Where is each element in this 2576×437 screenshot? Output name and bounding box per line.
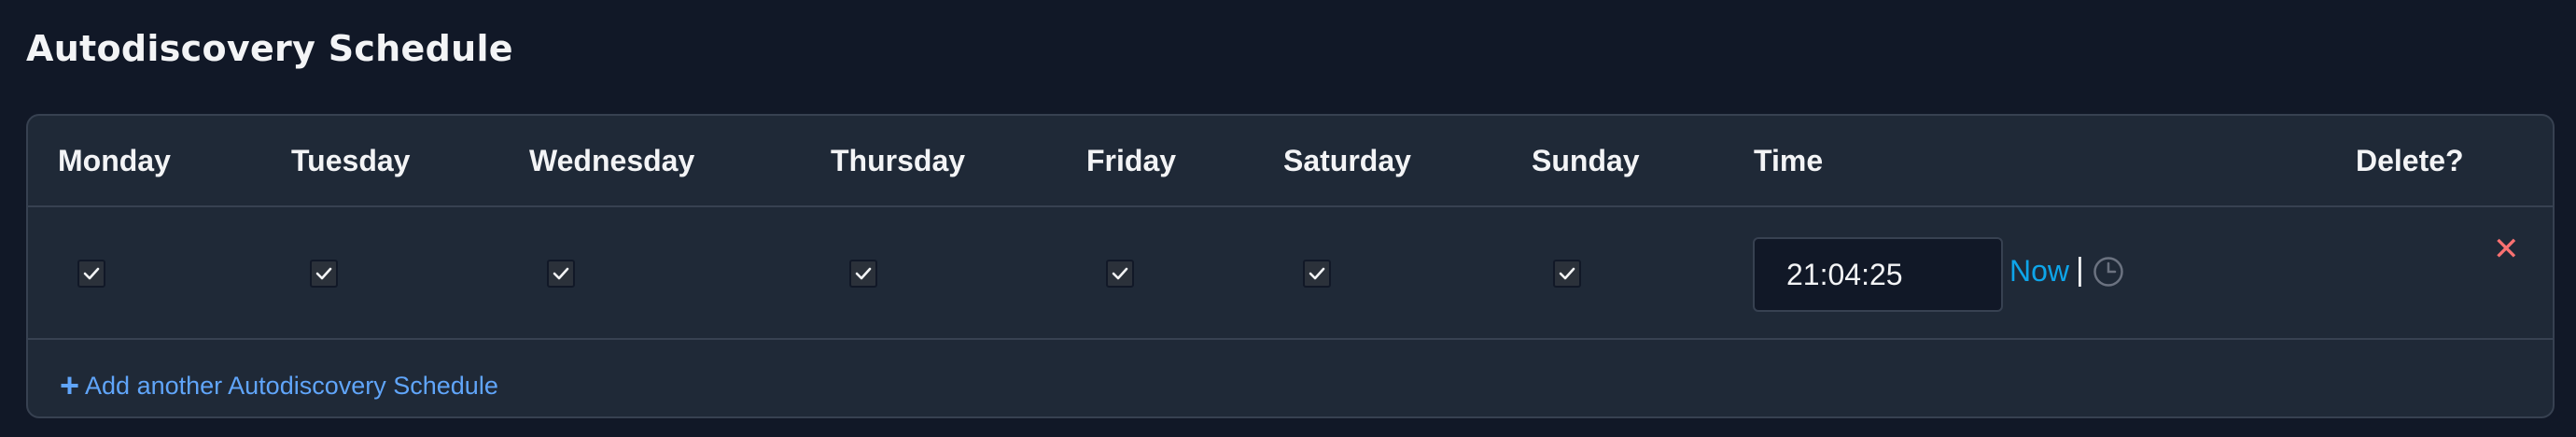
sunday-checkbox[interactable]: [1553, 260, 1581, 288]
schedule-header-row: Monday Tuesday Wednesday Thursday Friday…: [28, 116, 2553, 207]
clock-icon[interactable]: [2093, 256, 2124, 292]
wednesday-checkbox[interactable]: [547, 260, 575, 288]
column-header-delete: Delete?: [2356, 144, 2464, 177]
separator: |: [2076, 252, 2084, 288]
column-header-sunday: Sunday: [1532, 144, 1640, 177]
check-icon: [1559, 267, 1575, 280]
add-schedule-button[interactable]: + Add another Autodiscovery Schedule: [60, 363, 498, 404]
column-header-friday: Friday: [1086, 144, 1177, 177]
tuesday-checkbox[interactable]: [310, 260, 338, 288]
delete-row-button[interactable]: ✕: [2493, 233, 2520, 265]
check-icon: [1309, 267, 1325, 280]
monday-checkbox[interactable]: [77, 260, 105, 288]
check-icon: [553, 267, 569, 280]
now-link[interactable]: Now: [2009, 254, 2069, 289]
page-title: Autodiscovery Schedule: [26, 28, 513, 69]
schedule-panel: Monday Tuesday Wednesday Thursday Friday…: [26, 114, 2555, 418]
column-header-saturday: Saturday: [1283, 144, 1411, 177]
column-header-thursday: Thursday: [831, 144, 966, 177]
plus-icon: +: [60, 366, 80, 404]
check-icon: [83, 267, 100, 280]
check-icon: [1112, 267, 1128, 280]
check-icon: [315, 267, 332, 280]
column-header-time: Time: [1754, 144, 1824, 177]
add-schedule-label: Add another Autodiscovery Schedule: [85, 372, 498, 400]
saturday-checkbox[interactable]: [1303, 260, 1331, 288]
check-icon: [855, 267, 872, 280]
column-header-monday: Monday: [58, 144, 171, 177]
friday-checkbox[interactable]: [1106, 260, 1134, 288]
column-header-tuesday: Tuesday: [291, 144, 411, 177]
schedule-row: [28, 207, 2553, 340]
thursday-checkbox[interactable]: [849, 260, 877, 288]
column-header-wednesday: Wednesday: [529, 144, 695, 177]
page: Autodiscovery Schedule Monday Tuesday We…: [0, 0, 2576, 437]
time-input[interactable]: [1753, 237, 2003, 312]
